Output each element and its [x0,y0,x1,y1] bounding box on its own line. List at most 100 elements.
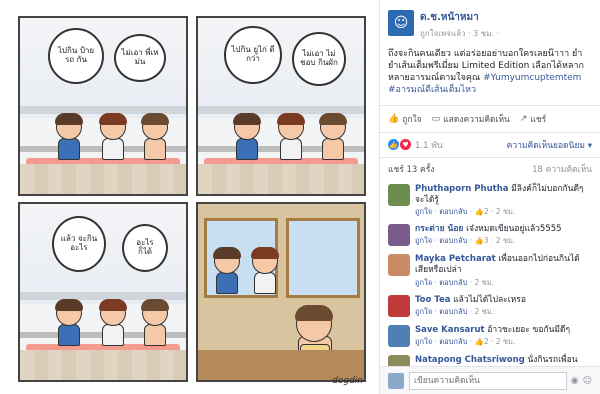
commenter-avatar[interactable] [388,254,410,277]
post-caption: ถึงจะกินคนเดียว แต่อร่อยอย่าบอกใครเลยน๊า… [380,44,600,101]
comment-like-count: 3 [483,236,489,246]
commenter-name[interactable]: Phuthaporn Phutha [415,184,509,194]
commenter-name[interactable]: Too Tea [415,295,450,305]
post-sidebar: ☺ ด.ช.หน้าหมา ถูกใจเพจแล้ว · 3 ชม. · ถึง… [380,0,600,394]
commenter-name[interactable]: Mayka Petcharat [415,254,496,264]
character-right [318,113,348,164]
like-icon: 👍 [388,113,400,124]
comment-composer: ◉ ☺ [380,366,600,394]
window-right [286,218,360,298]
share-icon: ↗ [519,113,528,124]
composer-tools: ◉ ☺ [571,376,592,386]
comment-item: Phuthaporn Phutha มีลิงค์ก็ไม่บอกกันดีๆ … [380,180,600,221]
reaction-summary[interactable]: 👍 ♥ 1.1 พัน [388,138,443,152]
artist-signature: dogdin [332,376,363,386]
thumbs-up-icon: 👍 [474,206,484,216]
commenter-name[interactable]: กระต่าย น้อย [415,224,463,234]
comic-panel-1: ไปกิน ป้ายรถ กัน ไม่เอา พี่เหม่น [18,16,188,196]
comment-text: แล้วไม่ได้ไปละเหรอ [453,295,526,306]
post-timestamp[interactable]: ถูกใจเพจแล้ว · 3 ชม. · [420,27,499,40]
comment-meta: ถูกใจ · ตอบกลับ · 2 ชม. [415,307,495,317]
comment-time: 2 ชม. [495,206,516,216]
commenter-avatar[interactable] [388,295,410,318]
comment-meta: ถูกใจ · ตอบกลับ · 2 ชม. [415,277,495,287]
thumbs-up-icon: 👍 [474,337,484,347]
commenter-name[interactable]: Natapong Chatsriwong [415,355,525,365]
comment-item: กระต่าย น้อย เจ๋งหมดเขียนอยู่แล้ว5555 ถู… [380,220,600,250]
comment-text: อ้าวชะเยอะ ขอกันมีดีๆ [487,325,571,336]
comment-input[interactable] [409,371,567,390]
page-name-link[interactable]: ด.ช.หน้าหมา [420,10,499,25]
share-count[interactable]: แชร์ 13 ครั้ง [388,162,434,176]
comic-panel-2: ไปกิน ยูไก่ ดีกว่า ไม่เอา ไม่ชอบ กินผัก [196,16,366,196]
character-right [140,113,170,164]
commenter-avatar[interactable] [388,224,410,247]
comment-reply-link[interactable]: ตอบกลับ [439,278,467,287]
love-reaction-icon: ♥ [400,139,411,151]
comment-like-link[interactable]: ถูกใจ [415,236,432,245]
commenter-name[interactable]: Save Kansarut [415,325,485,335]
comment-text: เจ๋งหมดเขียนอยู่แล้ว5555 [466,224,562,235]
page-avatar[interactable]: ☺ [388,10,414,36]
comic-panel-3: แล้ว จะกิน อะไร อะไร ก็ได้ [18,202,188,382]
comment-meta: ถูกใจ · ตอบกลับ · 👍2 · 2 ชม. [415,337,516,347]
like-label: ถูกใจ [402,114,422,125]
comment-time: 2 ชม. [474,307,495,317]
character-left [232,113,262,164]
floor [198,164,364,194]
share-button[interactable]: ↗ แชร์ [520,112,546,126]
comment-like-count: 2 [483,337,489,347]
camera-icon[interactable]: ◉ [571,376,579,386]
app-root: ไปกิน ป้ายรถ กัน ไม่เอา พี่เหม่น ไปกิน ย… [0,0,600,394]
user-avatar [388,372,404,389]
character-middle [276,113,306,164]
commenter-avatar[interactable] [388,325,410,348]
comment-like-link[interactable]: ถูกใจ [415,307,432,316]
comment-time: 2 ชม. [474,277,495,287]
comment-reply-link[interactable]: ตอบกลับ [439,236,467,245]
comment-button[interactable]: ▭ แสดงความคิดเห็น [432,112,510,126]
comment-item: Too Tea แล้วไม่ได้ไปละเหรอ ถูกใจ · ตอบกล… [380,291,600,321]
character-middle [98,113,128,164]
comment-reply-link[interactable]: ตอบกลับ [439,207,467,216]
dog-face-icon: ☺ [393,15,409,31]
comic-image[interactable]: ไปกิน ป้ายรถ กัน ไม่เอา พี่เหม่น ไปกิน ย… [0,0,380,394]
comment-meta: ถูกใจ · ตอบกลับ · 👍3 · 2 ชม. [415,236,516,246]
comment-item: Mayka Petcharat เพื่อนออกไปก่อนกินได้เสี… [380,250,600,291]
speech-bubble: ไม่เอา ไม่ชอบ กินผัก [292,32,346,86]
comment-reply-link[interactable]: ตอบกลับ [439,307,467,316]
comment-time: 2 ชม. [495,337,516,347]
emoji-icon[interactable]: ☺ [583,376,592,386]
speech-bubble: ไปกิน ป้ายรถ กัน [48,28,104,84]
comment-reply-link[interactable]: ตอบกลับ [439,337,467,346]
comment-like-link[interactable]: ถูกใจ [415,207,432,216]
comment-like-link[interactable]: ถูกใจ [415,278,432,287]
thumbs-up-icon: 👍 [474,236,484,246]
comment-time: 2 ชม. [495,236,516,246]
comment-sort-dropdown[interactable]: ความคิดเห็นยอดนิยม ▾ [507,138,592,152]
speech-bubble: แล้ว จะกิน อะไร [52,216,106,272]
reactions-row: 👍 ♥ 1.1 พัน ความคิดเห็นยอดนิยม ▾ [380,133,600,157]
reaction-count: 1.1 พัน [415,140,443,151]
comment-count[interactable]: 18 ความคิดเห็น [532,162,592,176]
speech-bubble: ไม่เอา พี่เหม่น [114,34,166,82]
post-header: ☺ ด.ช.หน้าหมา ถูกใจเพจแล้ว · 3 ชม. · [380,0,600,44]
comment-icon: ▭ [431,113,441,124]
comment-like-link[interactable]: ถูกใจ [415,337,432,346]
share-label: แชร์ [530,114,547,125]
page-meta: ด.ช.หน้าหมา ถูกใจเพจแล้ว · 3 ชม. · [420,10,499,40]
post-actions: 👍 ถูกใจ ▭ แสดงความคิดเห็น ↗ แชร์ [380,104,600,133]
speech-bubble: ไปกิน ยูไก่ ดีกว่า [224,26,282,84]
speech-bubble: อะไร ก็ได้ [122,224,168,272]
comment-meta: ถูกใจ · ตอบกลับ · 👍2 · 2 ชม. [415,206,516,216]
commenter-avatar[interactable] [388,183,410,206]
like-button[interactable]: 👍 ถูกใจ [388,112,422,126]
like-reaction-icon: 👍 [388,139,399,151]
comment-label: แสดงความคิดเห็น [443,114,510,125]
comment-list: Phuthaporn Phutha มีลิงค์ก็ไม่บอกกันดีๆ … [380,180,600,382]
comment-item: Save Kansarut อ้าวชะเยอะ ขอกันมีดีๆ ถูกใ… [380,321,600,351]
comment-like-count: 2 [483,206,489,216]
comic-panel-4 [196,202,366,382]
character-right [140,299,170,350]
character-left [54,113,84,164]
